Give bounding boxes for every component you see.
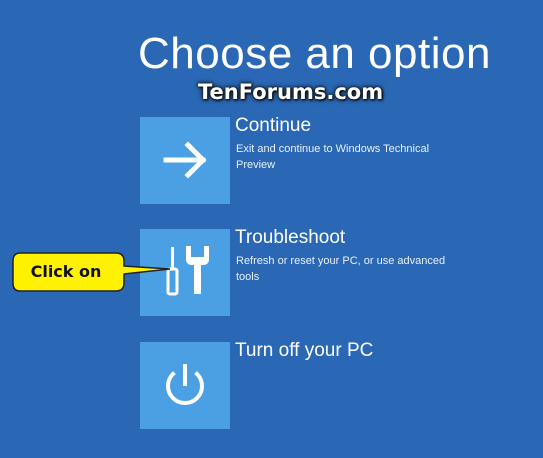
arrow-right-icon	[163, 141, 207, 179]
watermark: TenForums.com	[198, 80, 384, 104]
power-icon	[166, 364, 204, 406]
turn-off-tile[interactable]	[140, 342, 230, 429]
troubleshoot-title: Troubleshoot	[235, 227, 346, 248]
turn-off-title: Turn off your PC	[235, 340, 374, 361]
troubleshoot-description: Refresh or reset your PC, or use advance…	[236, 255, 446, 283]
continue-title: Continue	[235, 115, 312, 136]
continue-description: Exit and continue to Windows Technical P…	[236, 143, 430, 171]
callout-label: Click on	[30, 262, 102, 281]
page-title: Choose an option	[138, 29, 491, 78]
continue-tile[interactable]	[140, 117, 230, 204]
